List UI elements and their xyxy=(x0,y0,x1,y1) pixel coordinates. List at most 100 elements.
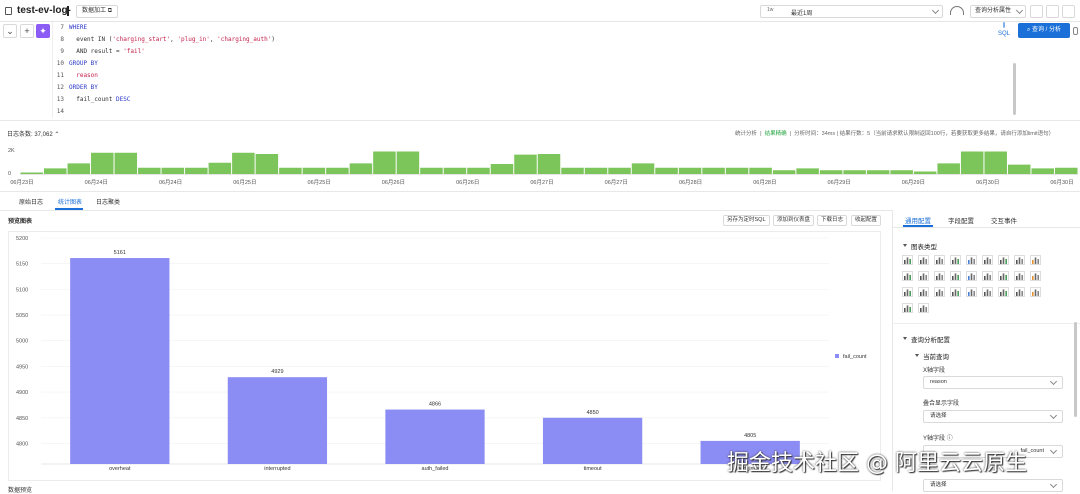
collapse-button[interactable]: ⌄ xyxy=(3,24,17,38)
histogram-bar[interactable] xyxy=(490,164,514,174)
progress-bar-icon[interactable] xyxy=(1014,271,1025,281)
funnel-chart-icon[interactable] xyxy=(902,271,913,281)
histogram-bar[interactable] xyxy=(467,167,490,174)
histogram-bar[interactable] xyxy=(514,154,537,174)
extra-field-select[interactable]: 请选择 xyxy=(923,479,1063,492)
chart-bar[interactable] xyxy=(227,377,328,464)
histogram-bar[interactable] xyxy=(44,168,67,174)
histogram-bar[interactable] xyxy=(866,170,890,174)
ai-assistant-button[interactable]: ✦ xyxy=(36,24,50,38)
code-line[interactable]: 9 AND result = 'fail' xyxy=(53,48,145,59)
histogram-bar[interactable] xyxy=(655,167,678,174)
code-line[interactable]: 12 ORDER BY xyxy=(53,84,98,95)
histogram-bar[interactable] xyxy=(373,151,396,175)
help-icon[interactable]: ⓘ xyxy=(947,436,953,442)
line-chart-icon[interactable] xyxy=(918,255,929,265)
histogram-bar[interactable] xyxy=(796,168,819,174)
histogram-bar[interactable] xyxy=(161,167,185,174)
config-scrollbar[interactable] xyxy=(1074,322,1077,417)
histogram-bar[interactable] xyxy=(819,170,843,174)
heatmap-icon[interactable] xyxy=(918,271,929,281)
refresh-speed-icon[interactable] xyxy=(950,6,964,15)
add-button[interactable]: + xyxy=(20,24,34,38)
save-scheduled-sql-button[interactable]: 另存为定时SQL xyxy=(723,215,770,226)
histogram-bar[interactable] xyxy=(772,170,796,174)
map-pin-icon[interactable] xyxy=(950,287,961,297)
histogram-bar[interactable] xyxy=(138,167,161,174)
code-line[interactable]: 8 event IN ('charging_start', 'plug_in',… xyxy=(53,36,275,47)
code-line[interactable]: 11 reason xyxy=(53,72,98,83)
single-value-icon[interactable] xyxy=(998,255,1009,265)
histogram-bar[interactable] xyxy=(843,170,866,174)
time-range-select[interactable]: 1w 最近1周 xyxy=(760,5,943,18)
query-mode-select[interactable]: 查询分析属性 xyxy=(970,5,1026,18)
share-icon[interactable] xyxy=(1046,5,1059,18)
bell-icon[interactable] xyxy=(1030,5,1043,18)
sql-editor[interactable]: 7 WHERE 8 event IN ('charging_start', 'plu… xyxy=(52,22,1017,118)
pie-chart-icon[interactable] xyxy=(966,255,977,265)
histogram-bar[interactable] xyxy=(114,152,138,174)
collapse-config-button[interactable]: 收起配置 xyxy=(851,215,882,226)
boxplot-icon[interactable] xyxy=(1014,287,1025,297)
chart-bar[interactable] xyxy=(385,409,485,464)
histogram-bar[interactable] xyxy=(396,151,420,175)
histogram-bar[interactable] xyxy=(67,163,91,174)
scatter-chart-icon[interactable] xyxy=(1030,255,1041,265)
gauge-icon[interactable] xyxy=(950,271,961,281)
histogram-bar[interactable] xyxy=(443,167,467,174)
histogram-bar[interactable] xyxy=(631,163,655,174)
histogram-bar[interactable] xyxy=(255,154,279,174)
flow-chart-icon[interactable] xyxy=(998,271,1009,281)
grid-icon[interactable] xyxy=(998,287,1009,297)
overlay-field-select[interactable]: 请选择 xyxy=(923,410,1063,423)
log-histogram[interactable]: 2K 0 06月23日 06月24日 06月24日 06月25日 06月25日 06月26日 0… xyxy=(0,141,1080,191)
histogram-bar[interactable] xyxy=(91,152,114,174)
code-line[interactable]: 7 WHERE xyxy=(53,24,87,35)
histogram-bar[interactable] xyxy=(913,171,937,175)
logstore-title[interactable]: test-ev-log- xyxy=(17,5,71,16)
dotted-icon[interactable] xyxy=(934,287,945,297)
histogram-bar[interactable] xyxy=(678,167,702,174)
sankey-icon[interactable] xyxy=(982,271,993,281)
histogram-bar[interactable] xyxy=(326,167,349,174)
tab-interaction-events[interactable]: 交互事件 xyxy=(991,215,1017,225)
chevron-up-icon[interactable]: ⌃ xyxy=(54,132,59,138)
download-logs-button[interactable]: 下载日志 xyxy=(817,215,848,226)
query-analyze-button[interactable]: ⌕ 查询 / 分析 xyxy=(1018,23,1070,38)
table-icon[interactable] xyxy=(902,255,913,265)
histogram-bar[interactable] xyxy=(1031,168,1054,174)
chart-bar[interactable] xyxy=(542,417,643,464)
area-chart-icon[interactable] xyxy=(982,255,993,265)
treemap-icon[interactable] xyxy=(918,287,929,297)
histogram-bar[interactable] xyxy=(749,167,772,174)
gear-icon[interactable] xyxy=(1062,5,1075,18)
caret-down-icon[interactable] xyxy=(903,244,907,247)
histogram-bar[interactable] xyxy=(185,167,208,174)
histogram-bar[interactable] xyxy=(232,152,255,174)
code-line[interactable]: 10 GROUP BY xyxy=(53,60,98,71)
legend-label[interactable]: fail_count xyxy=(843,354,867,360)
trend-icon[interactable] xyxy=(966,287,977,297)
histogram-bar[interactable] xyxy=(302,167,326,174)
histogram-bar[interactable] xyxy=(537,154,561,174)
tab-general-config[interactable]: 通用配置 xyxy=(905,215,931,225)
word-cloud-icon[interactable] xyxy=(934,271,945,281)
histogram-bar[interactable] xyxy=(561,167,584,174)
histogram-bar[interactable] xyxy=(702,167,725,174)
markdown-icon[interactable] xyxy=(918,303,929,313)
histogram-bar[interactable] xyxy=(584,167,608,174)
editor-scrollbar[interactable] xyxy=(1013,63,1016,115)
x-field-select[interactable]: reason xyxy=(923,376,1063,389)
expand-panel-icon[interactable] xyxy=(1073,27,1078,35)
histogram-bar[interactable] xyxy=(960,151,984,175)
filter-icon[interactable] xyxy=(902,303,913,313)
histogram-icon[interactable] xyxy=(1030,287,1041,297)
histogram-bar[interactable] xyxy=(890,170,913,174)
topology-icon[interactable] xyxy=(982,287,993,297)
caret-down-icon[interactable] xyxy=(915,354,919,357)
histogram-bar[interactable] xyxy=(984,151,1007,175)
histogram-bar[interactable] xyxy=(1007,164,1031,174)
sql-toggle-link[interactable]: ⫼ SQL xyxy=(998,22,1010,38)
histogram-bar[interactable] xyxy=(420,167,443,174)
stacked-bar-icon[interactable] xyxy=(902,287,913,297)
